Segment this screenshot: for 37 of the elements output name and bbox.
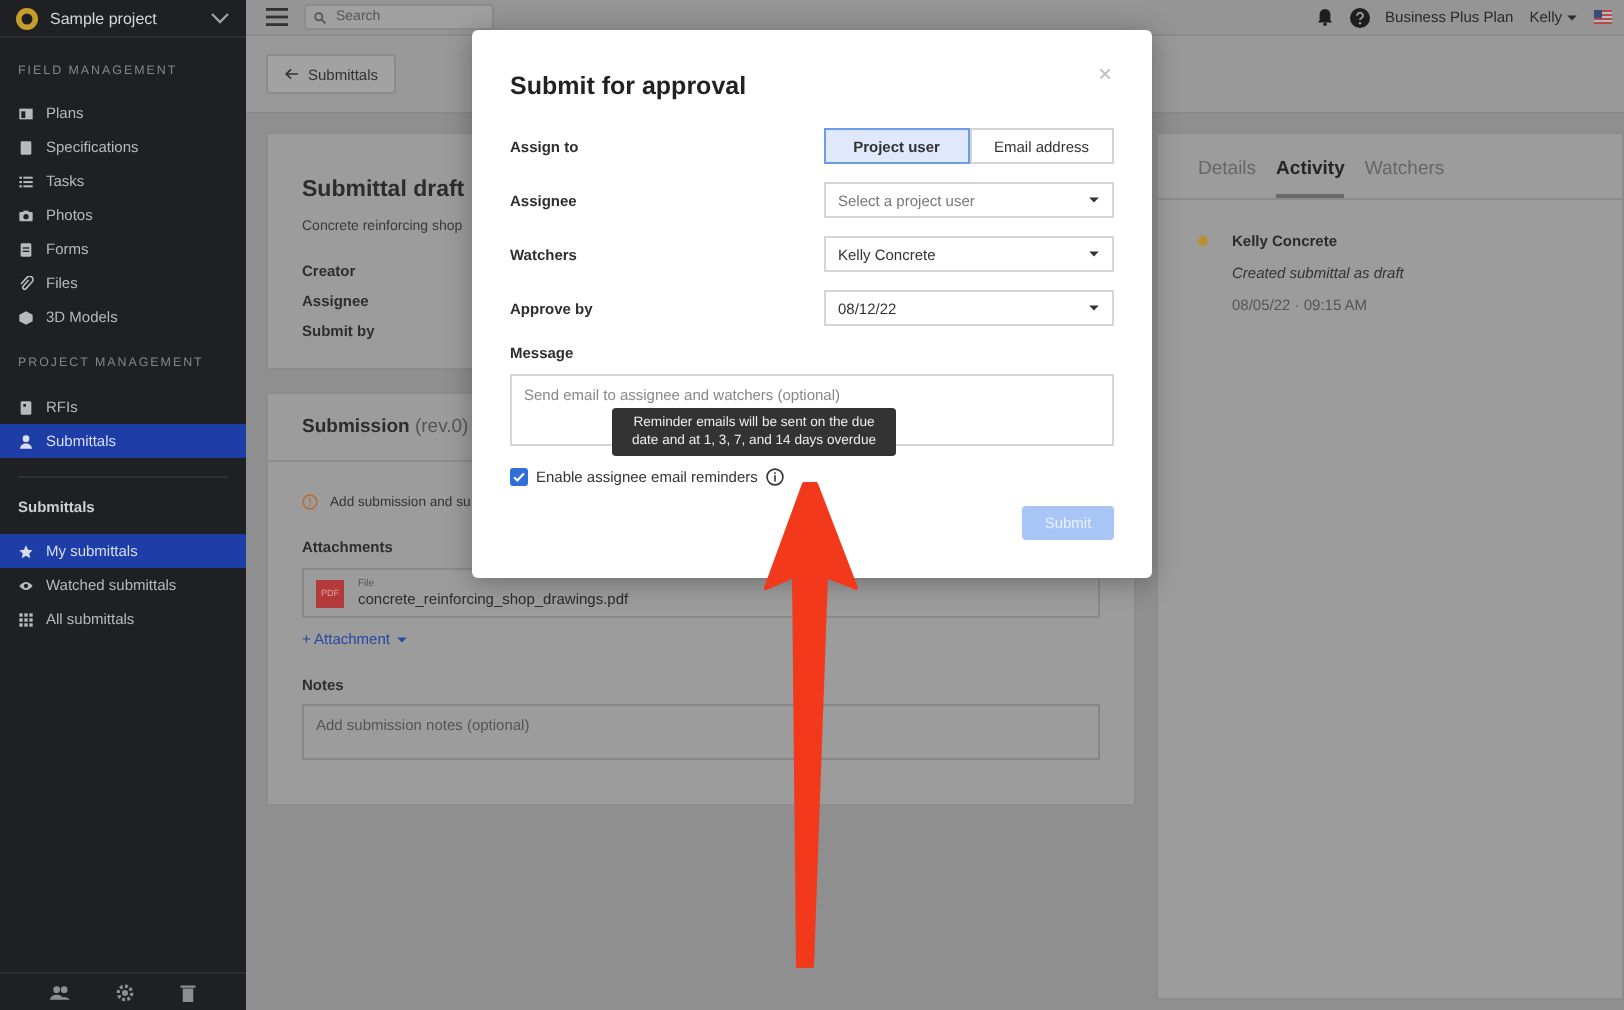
- tab[interactable]: Activity: [1276, 158, 1345, 198]
- cube-icon: [18, 309, 34, 325]
- trash-icon[interactable]: [179, 983, 196, 1001]
- help-icon[interactable]: [1349, 7, 1370, 27]
- person-icon: [18, 433, 34, 449]
- caret-icon: [1088, 194, 1100, 206]
- info-icon[interactable]: [765, 467, 784, 485]
- book-icon: [18, 139, 34, 155]
- eye-icon: [18, 577, 34, 593]
- warning-icon: [302, 494, 318, 510]
- project-name[interactable]: Sample project: [50, 9, 198, 27]
- document-icon: [18, 399, 34, 415]
- star-icon: [18, 543, 34, 559]
- checkmark-icon: [512, 469, 526, 483]
- flag-icon[interactable]: [1594, 10, 1612, 24]
- form-icon: [18, 241, 34, 257]
- dialog-title: Submit for approval: [510, 70, 747, 102]
- menu-icon[interactable]: [266, 8, 288, 26]
- paperclip-icon: [18, 275, 34, 291]
- submittal-title: Submittal draft: [302, 176, 465, 206]
- caret-icon: [1088, 248, 1100, 260]
- plans-icon: [18, 105, 34, 121]
- arrow-left-icon: [284, 68, 298, 80]
- list-icon: [18, 173, 34, 189]
- settings-icon[interactable]: [115, 983, 134, 1001]
- caret-icon: [1566, 11, 1578, 23]
- caret-icon: [1088, 302, 1100, 314]
- bell-icon[interactable]: [1315, 8, 1334, 26]
- camera-icon: [18, 207, 34, 223]
- caret-icon: [396, 633, 408, 645]
- logo-icon[interactable]: [16, 7, 38, 29]
- chevron-down-icon[interactable]: [210, 8, 230, 28]
- status-dot: [1198, 236, 1208, 246]
- people-icon[interactable]: [50, 983, 71, 1001]
- grid-icon: [18, 611, 34, 627]
- checkbox[interactable]: [510, 467, 528, 485]
- section-title: Submission (rev.0): [302, 416, 469, 438]
